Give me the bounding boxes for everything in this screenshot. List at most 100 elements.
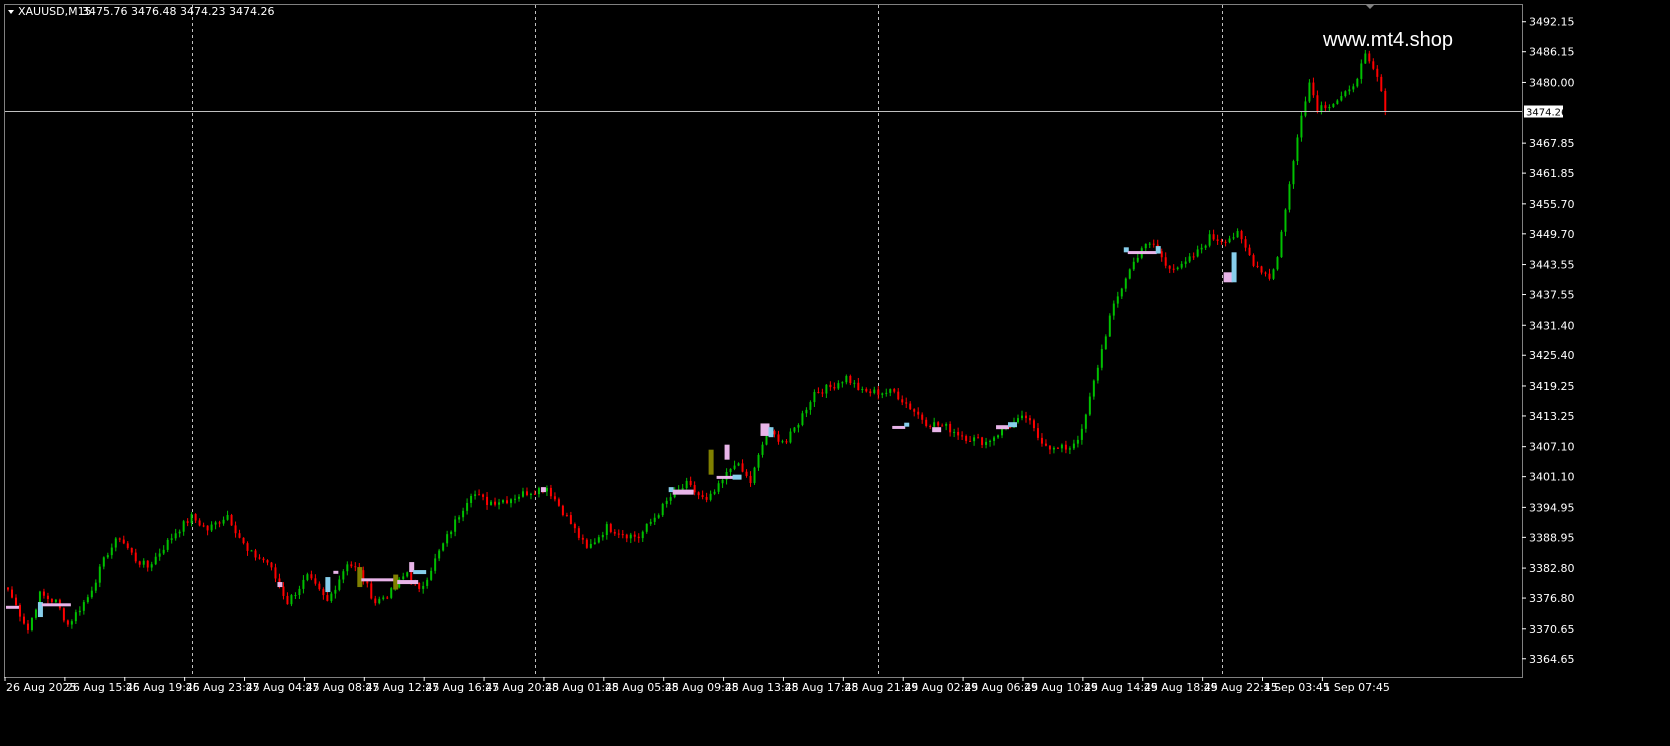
candle-body xyxy=(833,387,836,389)
candle-body xyxy=(1336,100,1339,104)
candle-body xyxy=(1288,184,1291,210)
candle-body xyxy=(470,495,473,503)
candle-body xyxy=(226,515,229,520)
price-tick-label: 3492.15 xyxy=(1529,16,1575,29)
level-marker xyxy=(716,475,734,479)
candle-body xyxy=(705,497,708,500)
candle-body xyxy=(86,597,89,603)
candle-body xyxy=(134,552,137,562)
candle-body xyxy=(1352,86,1355,90)
candle-body xyxy=(805,409,808,414)
candle-body xyxy=(533,493,536,495)
candle-body xyxy=(577,528,580,538)
candle-body xyxy=(861,388,864,391)
candle-body xyxy=(158,553,161,557)
candle-body xyxy=(354,566,357,568)
candle-body xyxy=(1308,82,1311,102)
candle-body xyxy=(218,522,221,524)
candle-body xyxy=(510,499,513,504)
candle-body xyxy=(629,534,632,539)
candle-body xyxy=(1320,105,1323,112)
watermark-text: www.mt4.shop xyxy=(1322,29,1453,51)
candle-body xyxy=(785,441,788,443)
candle-body xyxy=(1080,428,1083,440)
price-tick-label: 3419.25 xyxy=(1529,380,1575,393)
candle-body xyxy=(605,524,608,535)
level-marker xyxy=(724,444,730,460)
candle-body xyxy=(669,497,672,501)
candle-body xyxy=(761,444,764,455)
candle-body xyxy=(34,609,37,618)
candle-body xyxy=(685,480,688,489)
candle-body xyxy=(126,543,129,548)
candle-body xyxy=(649,521,652,524)
candle-body xyxy=(865,388,868,392)
candle-body xyxy=(122,539,125,544)
candle-body xyxy=(402,576,405,580)
price-tick-label: 3370.65 xyxy=(1529,623,1575,636)
candle-body xyxy=(46,595,49,600)
candle xyxy=(1272,268,1275,281)
candle-body xyxy=(1064,444,1067,450)
level-marker xyxy=(1155,246,1161,254)
candle-body xyxy=(953,431,956,433)
candle-body xyxy=(22,616,25,624)
candle-body xyxy=(282,586,285,596)
candle-body xyxy=(1292,161,1295,185)
candle-body xyxy=(130,547,133,553)
candle-body xyxy=(62,608,65,621)
candle-body xyxy=(665,500,668,504)
candle xyxy=(1276,256,1279,271)
candle xyxy=(1128,268,1131,280)
candle-body xyxy=(1276,257,1279,270)
candle-body xyxy=(1104,336,1107,350)
candle-body xyxy=(438,550,441,559)
candle-body xyxy=(194,514,197,521)
candle xyxy=(1280,229,1283,258)
candle-body xyxy=(1376,68,1379,77)
candle-body xyxy=(581,537,584,540)
candle-body xyxy=(877,389,880,395)
candle-body xyxy=(1112,303,1115,316)
candle-body xyxy=(322,589,325,596)
time-tick-label: 1 Sep 07:45 xyxy=(1323,681,1389,694)
candle-body xyxy=(254,550,257,558)
candle-body xyxy=(1344,91,1347,97)
candle-body xyxy=(585,539,588,548)
candle-body xyxy=(118,538,121,540)
candle-body xyxy=(170,538,173,540)
candle-body xyxy=(937,422,940,426)
candle-body xyxy=(809,402,812,410)
candle-body xyxy=(997,435,1000,438)
candle-body xyxy=(637,536,640,539)
candle-body xyxy=(474,494,477,496)
candle-body xyxy=(873,389,876,394)
candle-body xyxy=(653,517,656,522)
last-price-label: 3474.26 xyxy=(1526,108,1567,119)
candle-body xyxy=(1272,269,1275,279)
chart-header: XAUUSD,M15 3475.76 3476.48 3474.23 3474.… xyxy=(8,5,274,18)
candle-body xyxy=(238,533,241,538)
candle-body xyxy=(789,431,792,443)
price-tick-label: 3376.80 xyxy=(1529,592,1575,605)
candle-body xyxy=(729,468,732,473)
candle-body xyxy=(1364,53,1367,64)
price-chart[interactable]: 3492.15 3486.15 3480.00 3467.85 3461.85 3455.… xyxy=(0,0,1670,746)
candle-body xyxy=(941,425,944,427)
candle-body xyxy=(1052,447,1055,450)
candle-body xyxy=(513,498,516,500)
candle-body xyxy=(909,403,912,410)
candle-body xyxy=(1164,257,1167,266)
candle-body xyxy=(1196,249,1199,257)
level-marker xyxy=(708,449,714,475)
candle-body xyxy=(857,382,860,391)
candle-body xyxy=(1160,251,1163,258)
candle-body xyxy=(1368,53,1371,62)
level-marker xyxy=(361,578,395,582)
time-tick-label: 1 Sep 03:45 xyxy=(1264,681,1330,694)
candle-body xyxy=(466,502,469,511)
candle-body xyxy=(897,391,900,400)
candle-body xyxy=(961,435,964,437)
candle-body xyxy=(1096,367,1099,381)
candle-body xyxy=(42,591,45,596)
